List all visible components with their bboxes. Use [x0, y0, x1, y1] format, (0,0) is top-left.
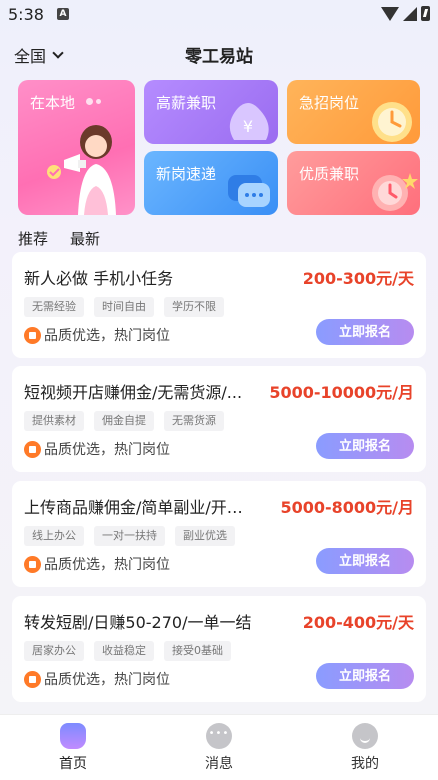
job-note-text: 品质优选，热门岗位 — [44, 672, 170, 688]
job-tag: 线上办公 — [24, 526, 84, 546]
notification-a-icon: A — [57, 8, 69, 20]
nav-home-label: 首页 — [59, 756, 87, 772]
tab-bar: 推荐 最新 — [18, 228, 100, 249]
tile-high-pay[interactable]: 高薪兼职 ¥ — [144, 80, 278, 144]
job-note-text: 品质优选，热门岗位 — [44, 442, 170, 458]
tile-label: 高薪兼职 — [156, 94, 217, 112]
clock-star-icon — [372, 173, 418, 211]
money-bag-icon: ¥ — [229, 103, 269, 140]
thumbs-up-icon — [24, 670, 41, 688]
thumbs-up-icon — [24, 326, 41, 344]
tab-latest[interactable]: 最新 — [70, 228, 100, 249]
job-card[interactable]: 新人必做 手机小任务 200-300元/天 无需经验 时间自由 学历不限 品质优… — [12, 252, 426, 358]
signal-icon — [403, 6, 417, 21]
apply-button[interactable]: 立即报名 — [316, 319, 414, 345]
job-tag: 无需经验 — [24, 297, 84, 317]
tile-label: 优质兼职 — [299, 165, 360, 183]
header: 全国 零工易站 — [0, 36, 438, 70]
dots-icon — [86, 98, 101, 105]
tile-urgent[interactable]: 急招岗位 — [287, 80, 420, 144]
bottom-nav: 首页 消息 我的 — [0, 714, 438, 780]
apply-button[interactable]: 立即报名 — [316, 548, 414, 574]
job-title: 短视频开店赚佣金/无需货源/... — [24, 383, 243, 402]
nav-profile-label: 我的 — [351, 756, 379, 772]
girl-megaphone-icon — [47, 125, 116, 215]
home-icon — [60, 723, 86, 749]
tile-label: 新岗速递 — [156, 165, 217, 183]
job-tag: 接受0基础 — [164, 641, 231, 661]
chat-bubble-icon — [228, 175, 270, 207]
job-title: 新人必做 手机小任务 — [24, 269, 174, 288]
tab-recommend[interactable]: 推荐 — [18, 228, 48, 249]
job-note: 品质优选，热门岗位 — [24, 669, 170, 689]
status-time: 5:38 — [8, 5, 44, 24]
job-title: 转发短剧/日赚50-270/一单一结 — [24, 613, 252, 632]
job-salary: 5000-8000元/月 — [280, 498, 414, 517]
apply-button[interactable]: 立即报名 — [316, 433, 414, 459]
tile-quality[interactable]: 优质兼职 — [287, 151, 420, 215]
svg-text:¥: ¥ — [243, 117, 253, 136]
job-tags: 线上办公 一对一扶持 副业优选 — [24, 526, 235, 546]
job-note: 品质优选，热门岗位 — [24, 554, 170, 574]
tile-new-jobs[interactable]: 新岗速递 — [144, 151, 278, 215]
job-note-text: 品质优选，热门岗位 — [44, 328, 170, 344]
page-title: 零工易站 — [185, 47, 253, 67]
job-card[interactable]: 短视频开店赚佣金/无需货源/... 5000-10000元/月 提供素材 佣金自… — [12, 366, 426, 472]
nav-profile[interactable]: 我的 — [292, 715, 438, 780]
job-note: 品质优选，热门岗位 — [24, 439, 170, 459]
job-salary: 5000-10000元/月 — [269, 383, 414, 402]
job-card[interactable]: 转发短剧/日赚50-270/一单一结 200-400元/天 居家办公 收益稳定 … — [12, 596, 426, 702]
profile-icon — [352, 723, 378, 749]
thumbs-up-icon — [24, 440, 41, 458]
clock-icon — [372, 102, 412, 142]
job-tag: 收益稳定 — [94, 641, 154, 661]
job-note-text: 品质优选，热门岗位 — [44, 557, 170, 573]
job-tag: 时间自由 — [94, 297, 154, 317]
apply-button[interactable]: 立即报名 — [316, 663, 414, 689]
job-tag: 提供素材 — [24, 411, 84, 431]
job-tags: 无需经验 时间自由 学历不限 — [24, 297, 224, 317]
status-icons — [381, 6, 430, 21]
wifi-icon — [381, 6, 399, 21]
nav-messages-label: 消息 — [205, 756, 233, 772]
message-icon — [206, 723, 232, 749]
thumbs-up-icon — [24, 555, 41, 573]
job-tags: 提供素材 佣金自提 无需货源 — [24, 411, 224, 431]
job-tag: 副业优选 — [175, 526, 235, 546]
nav-messages[interactable]: 消息 — [146, 715, 292, 780]
job-tag: 无需货源 — [164, 411, 224, 431]
job-tag: 一对一扶持 — [94, 526, 165, 546]
job-title: 上传商品赚佣金/简单副业/开… — [24, 498, 243, 517]
job-tag: 学历不限 — [164, 297, 224, 317]
nav-home[interactable]: 首页 — [0, 715, 146, 780]
tile-local[interactable]: 在本地 — [18, 80, 135, 215]
job-salary: 200-400元/天 — [302, 613, 414, 632]
job-tag: 居家办公 — [24, 641, 84, 661]
job-salary: 200-300元/天 — [302, 269, 414, 288]
job-note: 品质优选，热门岗位 — [24, 325, 170, 345]
tile-label: 在本地 — [30, 94, 76, 112]
tile-label: 急招岗位 — [299, 94, 360, 112]
job-tags: 居家办公 收益稳定 接受0基础 — [24, 641, 231, 661]
job-tag: 佣金自提 — [94, 411, 154, 431]
battery-icon — [421, 6, 430, 21]
status-bar: 5:38 A — [0, 0, 438, 30]
job-card[interactable]: 上传商品赚佣金/简单副业/开… 5000-8000元/月 线上办公 一对一扶持 … — [12, 481, 426, 587]
